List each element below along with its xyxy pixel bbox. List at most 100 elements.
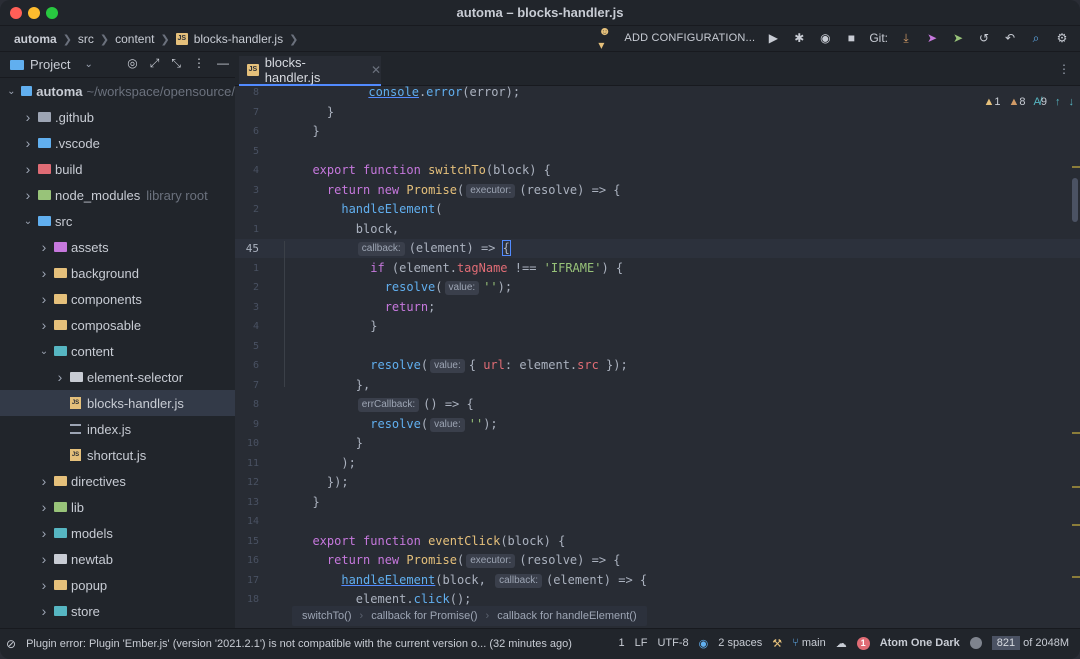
chevron-right-icon[interactable]: › <box>22 109 34 125</box>
add-configuration-button[interactable]: ADD CONFIGURATION... <box>624 32 755 44</box>
breadcrumb-item-src[interactable]: src <box>78 32 94 46</box>
chevron-right-icon[interactable]: › <box>38 239 50 255</box>
more-tabs-icon[interactable]: ⋮ <box>1058 62 1070 76</box>
folder-icon <box>54 580 67 590</box>
tree-item[interactable]: › background <box>0 260 235 286</box>
project-view-selector[interactable]: Project ⌄ <box>10 57 93 72</box>
chevron-right-icon[interactable]: › <box>38 525 50 541</box>
tree-item[interactable]: › build <box>0 156 235 182</box>
tree-item[interactable]: › element-selector <box>0 364 235 390</box>
folder-icon <box>54 502 67 512</box>
tree-item[interactable]: › store <box>0 598 235 624</box>
tree-item[interactable]: › .vscode <box>0 130 235 156</box>
run-coverage-icon[interactable]: ◉ <box>817 30 833 46</box>
search-icon[interactable]: ⌕ <box>1028 30 1044 46</box>
inspection-widget[interactable]: ▲1 ▲8 A̸9 ↑ ↓ <box>984 96 1075 108</box>
chevron-right-icon[interactable]: › <box>38 291 50 307</box>
tree-item[interactable]: › newtab <box>0 546 235 572</box>
tree-item[interactable]: JS blocks-handler.js <box>0 390 235 416</box>
breadcrumb-item-content[interactable]: content <box>115 32 154 46</box>
tree-item[interactable]: › assets <box>0 234 235 260</box>
vertical-scrollbar[interactable] <box>1072 178 1078 222</box>
line-number: 13 <box>246 496 259 508</box>
caret-position[interactable]: 1 <box>619 637 625 649</box>
arrow-up-icon[interactable]: ↑ <box>1055 96 1061 108</box>
chevron-right-icon[interactable]: › <box>22 135 34 151</box>
breadcrumb-item-project[interactable]: automa <box>14 32 57 46</box>
tree-item[interactable]: › .github <box>0 104 235 130</box>
users-icon[interactable]: ☻▾ <box>598 24 614 52</box>
chevron-down-icon[interactable]: ⌄ <box>6 86 17 97</box>
tree-item[interactable]: › composable <box>0 312 235 338</box>
tree-item[interactable]: › popup <box>0 572 235 598</box>
code-breadcrumb-item[interactable]: callback for handleElement() <box>497 610 636 622</box>
tree-item[interactable]: index.js <box>0 416 235 442</box>
git-commit-icon[interactable]: ➤ <box>924 30 940 46</box>
status-message[interactable]: Plugin error: Plugin 'Ember.js' (version… <box>26 638 572 650</box>
line-number: 16 <box>246 555 259 566</box>
tree-item[interactable]: › lib <box>0 494 235 520</box>
memory-indicator[interactable]: 821 of 2048M <box>991 636 1072 650</box>
line-number: 7 <box>252 106 259 118</box>
chevron-right-icon[interactable]: › <box>38 577 50 593</box>
chevron-right-icon[interactable]: › <box>38 265 50 281</box>
chevron-right-icon[interactable]: › <box>38 603 50 619</box>
tree-item[interactable]: › node_modules library root <box>0 182 235 208</box>
file-encoding[interactable]: UTF-8 <box>657 637 688 649</box>
code-breadcrumb-item[interactable]: switchTo() <box>302 610 352 622</box>
line-separator[interactable]: LF <box>635 637 648 649</box>
code-breadcrumb-item[interactable]: callback for Promise() <box>371 610 477 622</box>
run-icon[interactable]: ▶ <box>765 30 781 46</box>
hide-panel-icon[interactable]: — <box>217 56 229 71</box>
code-editor[interactable]: 8 7 6 5 4 3 2 1 45 1 2 3 4 5 6 7 8 9 10 11 12 13 14 15 16 17 18 ▲1… <box>235 86 1080 628</box>
tree-item[interactable]: › directives <box>0 468 235 494</box>
chevron-down-icon[interactable]: ⌄ <box>22 216 34 227</box>
chevron-right-icon[interactable]: › <box>38 551 50 567</box>
chevron-right-icon[interactable]: › <box>38 317 50 333</box>
chevron-right-icon[interactable]: › <box>22 161 34 177</box>
tree-item[interactable]: ⌄ content <box>0 338 235 364</box>
stop-icon[interactable]: ■ <box>843 30 859 46</box>
git-rollback-icon[interactable]: ↶ <box>1002 30 1018 46</box>
chevron-right-icon[interactable]: › <box>38 473 50 489</box>
tree-item[interactable]: ⌄ src <box>0 208 235 234</box>
more-options-icon[interactable]: ⋮ <box>193 56 205 71</box>
tree-item[interactable]: ⌄ automa ~/workspace/opensource/ <box>0 78 235 104</box>
branch-icon: ⑂ <box>792 637 799 649</box>
code-line: } <box>298 319 378 333</box>
settings-icon[interactable]: ⚙ <box>1054 30 1070 46</box>
collapse-all-icon[interactable]: ⤡ <box>171 56 181 71</box>
indent-setting[interactable]: 2 spaces <box>718 637 762 649</box>
tree-item[interactable]: › components <box>0 286 235 312</box>
hammer-icon[interactable]: ⚒ <box>772 637 782 650</box>
eye-icon[interactable]: ◉ <box>699 637 709 650</box>
folder-icon <box>10 59 24 70</box>
error-indicator[interactable]: 1 <box>856 636 870 650</box>
git-update-icon[interactable]: ⤓ <box>898 30 914 46</box>
tree-item[interactable]: JS shortcut.js <box>0 442 235 468</box>
code-line: }, <box>298 377 371 392</box>
debug-icon[interactable]: ✱ <box>791 30 807 46</box>
close-tab-icon[interactable]: ✕ <box>371 63 381 77</box>
tree-item-label: element-selector <box>87 369 184 385</box>
chevron-down-icon[interactable]: ⌄ <box>38 346 50 357</box>
chevron-right-icon: ❯ <box>62 33 72 46</box>
chevron-right-icon[interactable]: › <box>22 187 34 203</box>
locate-file-icon[interactable]: ◎ <box>127 56 137 71</box>
tree-item-label: composable <box>71 317 142 333</box>
line-number: 8 <box>252 87 259 98</box>
git-branch[interactable]: ⑂ main <box>792 637 826 649</box>
theme-name[interactable]: Atom One Dark <box>880 637 960 649</box>
cloud-settings-icon[interactable]: ☁ <box>836 637 847 650</box>
code-line: handleElement(block, callback: (element) … <box>341 572 648 588</box>
tree-item[interactable]: › models <box>0 520 235 546</box>
chevron-right-icon[interactable]: › <box>54 369 66 385</box>
expand-all-icon[interactable]: ⤢ <box>150 56 160 71</box>
arrow-down-icon[interactable]: ↓ <box>1069 96 1075 108</box>
git-push-icon[interactable]: ➤ <box>950 30 966 46</box>
tab-blocks-handler[interactable]: JS blocks-handler.js ✕ <box>239 55 381 86</box>
chevron-right-icon[interactable]: › <box>38 499 50 515</box>
tool-windows-icon[interactable]: ⊘ <box>6 637 16 651</box>
breadcrumb-item-file[interactable]: blocks-handler.js <box>194 32 283 46</box>
git-history-icon[interactable]: ↺ <box>976 30 992 46</box>
